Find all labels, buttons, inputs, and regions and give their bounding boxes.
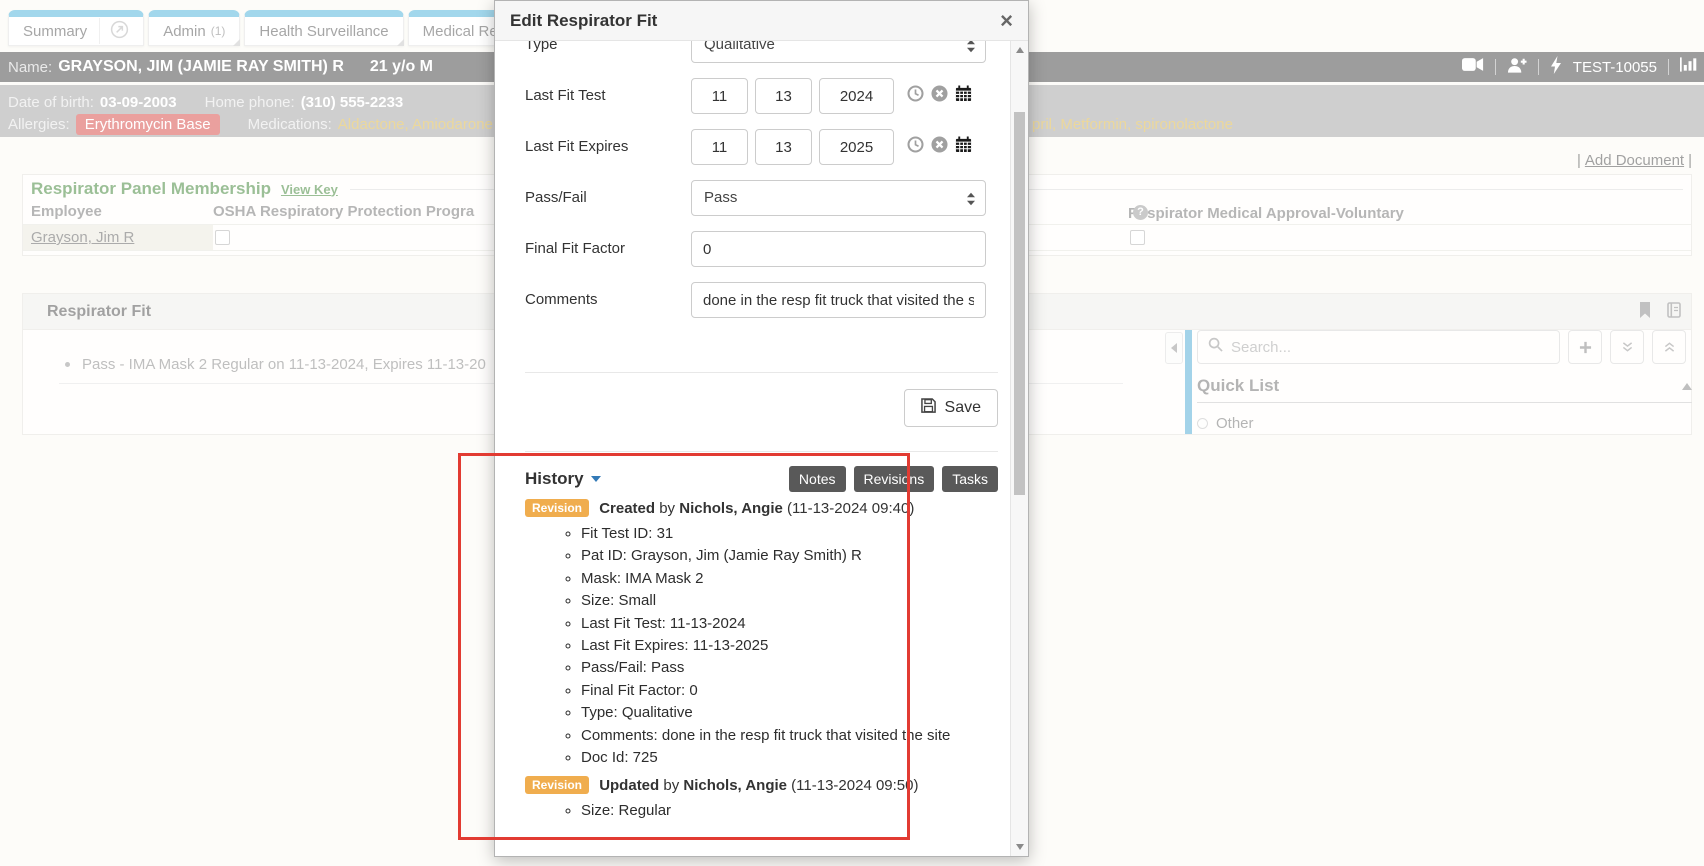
divider	[525, 451, 998, 452]
modal-header: Edit Respirator Fit ×	[495, 1, 1028, 41]
modal-title: Edit Respirator Fit	[510, 11, 657, 31]
close-icon[interactable]: ×	[1000, 11, 1013, 31]
comments-label: Comments	[525, 282, 675, 318]
pass-fail-select[interactable]: Pass	[691, 180, 986, 216]
scroll-down-arrow[interactable]	[1011, 838, 1028, 856]
clear-date-icon[interactable]	[931, 136, 948, 158]
date-tools	[907, 129, 972, 165]
date-tools	[907, 78, 972, 114]
select-caret-icon	[966, 192, 976, 206]
calendar-icon[interactable]	[955, 136, 972, 158]
last-fit-expires-month-input[interactable]	[691, 129, 748, 165]
save-disk-icon	[921, 398, 936, 418]
clock-icon[interactable]	[907, 85, 924, 107]
calendar-icon[interactable]	[955, 85, 972, 107]
comments-row: Comments	[525, 282, 998, 318]
comments-input[interactable]	[691, 282, 986, 318]
last-fit-test-month-input[interactable]	[691, 78, 748, 114]
annotation-rectangle	[458, 453, 910, 840]
type-label: Type	[525, 41, 675, 63]
save-row: Save	[525, 389, 998, 427]
scrollbar-thumb[interactable]	[1014, 112, 1025, 495]
last-fit-test-row: Last Fit Test	[525, 78, 998, 114]
type-field-row: Type Qualitative	[525, 41, 998, 63]
modal-scrollbar	[1010, 41, 1028, 856]
pass-fail-row: Pass/Fail Pass	[525, 180, 998, 216]
divider	[525, 372, 998, 373]
last-fit-expires-label: Last Fit Expires	[525, 129, 675, 165]
final-fit-factor-input[interactable]	[691, 231, 986, 267]
last-fit-test-year-input[interactable]	[819, 78, 894, 114]
pass-fail-label: Pass/Fail	[525, 180, 675, 216]
last-fit-expires-row: Last Fit Expires	[525, 129, 998, 165]
clear-date-icon[interactable]	[931, 85, 948, 107]
clock-icon[interactable]	[907, 136, 924, 158]
final-fit-factor-label: Final Fit Factor	[525, 231, 675, 267]
type-select[interactable]: Qualitative	[691, 41, 986, 63]
select-caret-icon	[966, 41, 976, 53]
last-fit-expires-day-input[interactable]	[755, 129, 812, 165]
last-fit-test-label: Last Fit Test	[525, 78, 675, 114]
final-fit-factor-row: Final Fit Factor	[525, 231, 998, 267]
last-fit-expires-year-input[interactable]	[819, 129, 894, 165]
last-fit-test-day-input[interactable]	[755, 78, 812, 114]
scroll-up-arrow[interactable]	[1011, 41, 1028, 59]
application-window: Summary Admin (1) Health Surveillance Me…	[0, 0, 1704, 866]
tasks-button[interactable]: Tasks	[942, 466, 998, 492]
save-button[interactable]: Save	[904, 389, 998, 427]
